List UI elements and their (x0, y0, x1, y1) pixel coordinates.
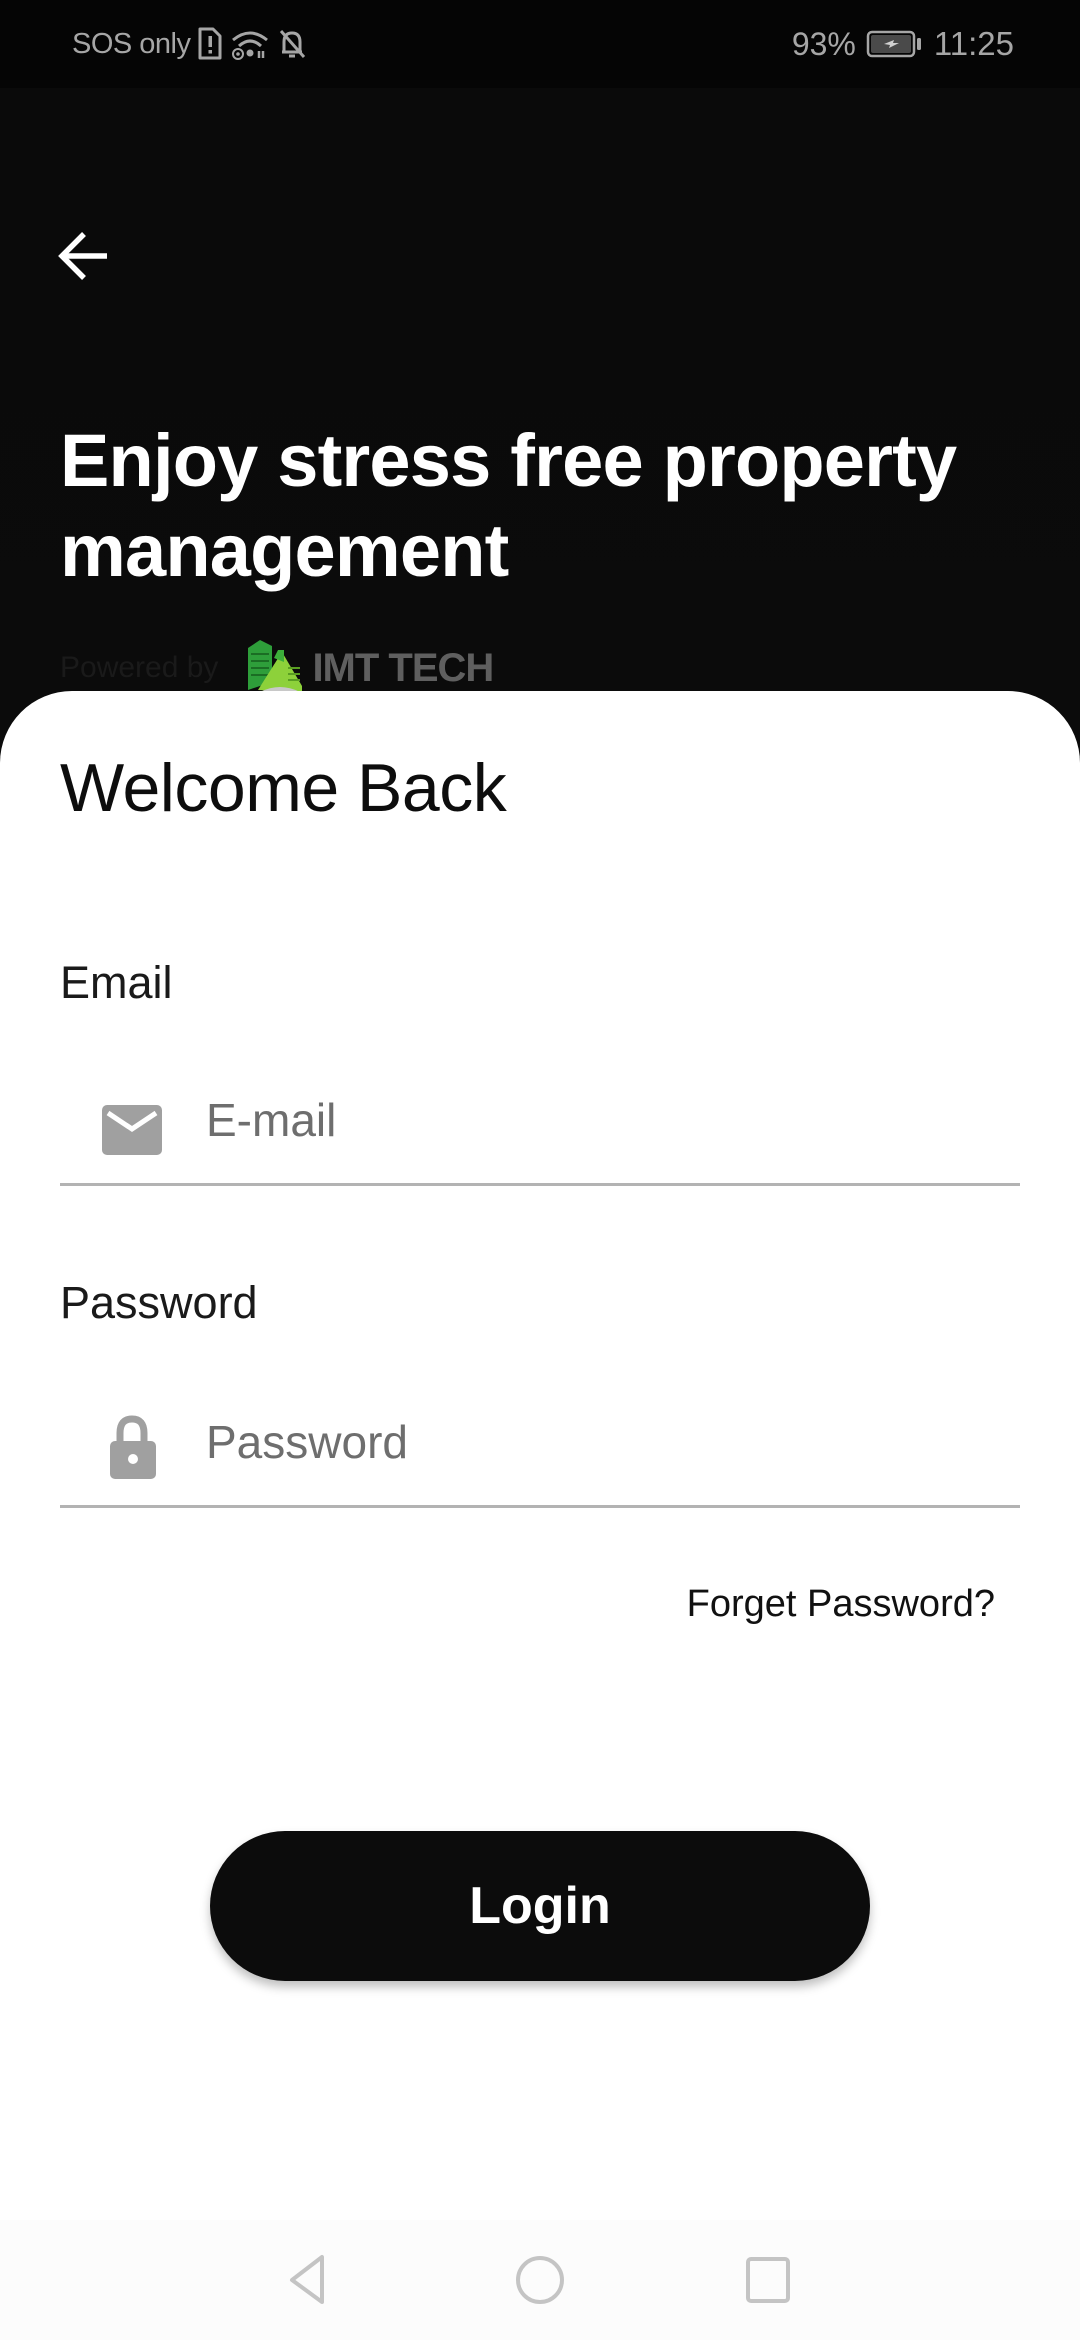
mail-icon (100, 1099, 164, 1159)
login-card: Welcome Back Email Password Forg (0, 691, 1080, 2220)
carrier-text: SOS only (72, 27, 191, 60)
lock-icon (100, 1415, 164, 1481)
status-bar: SOS only 93% 11:25 (0, 0, 1080, 88)
login-button-label: Login (469, 1877, 611, 1935)
login-screen: SOS only 93% 11:25 Enjoy stress free pro… (0, 0, 1080, 2340)
nav-home-button[interactable] (505, 2250, 575, 2314)
status-left: SOS only (72, 24, 307, 64)
powered-by-label: Powered by (60, 651, 219, 684)
password-input[interactable] (204, 1403, 1008, 1481)
notifications-off-icon (277, 28, 307, 60)
forgot-password-link[interactable]: Forget Password? (687, 1583, 995, 1626)
circle-home-icon (514, 2254, 566, 2311)
arrow-left-icon (57, 231, 109, 286)
buildings-logo-icon (244, 638, 306, 699)
battery-percent: 93% (791, 25, 856, 62)
brand-name: IMT TECH (312, 645, 494, 690)
login-button[interactable]: Login (210, 1831, 870, 1981)
password-label: Password (60, 1277, 258, 1328)
clock: 11:25 (933, 25, 1014, 62)
email-input[interactable] (204, 1081, 1008, 1159)
triangle-back-icon (288, 2254, 328, 2311)
battery-charging-icon (866, 29, 924, 59)
brand-logo: IMT TECH (244, 638, 494, 699)
nav-back-button[interactable] (273, 2250, 343, 2314)
sim-alert-icon (197, 27, 223, 61)
headline: Enjoy stress free property management (60, 419, 957, 592)
status-right: 93% 11:25 (792, 24, 1014, 64)
wifi-icon (229, 28, 271, 60)
email-label: Email (60, 957, 173, 1008)
back-button[interactable] (48, 223, 118, 293)
navigation-bar (0, 2220, 1080, 2340)
password-field (60, 1385, 1020, 1508)
email-field (60, 1063, 1020, 1186)
header: Enjoy stress free property management Po… (0, 88, 1080, 728)
square-recents-icon (744, 2255, 792, 2310)
nav-recents-button[interactable] (733, 2250, 803, 2314)
welcome-title: Welcome Back (60, 750, 507, 826)
